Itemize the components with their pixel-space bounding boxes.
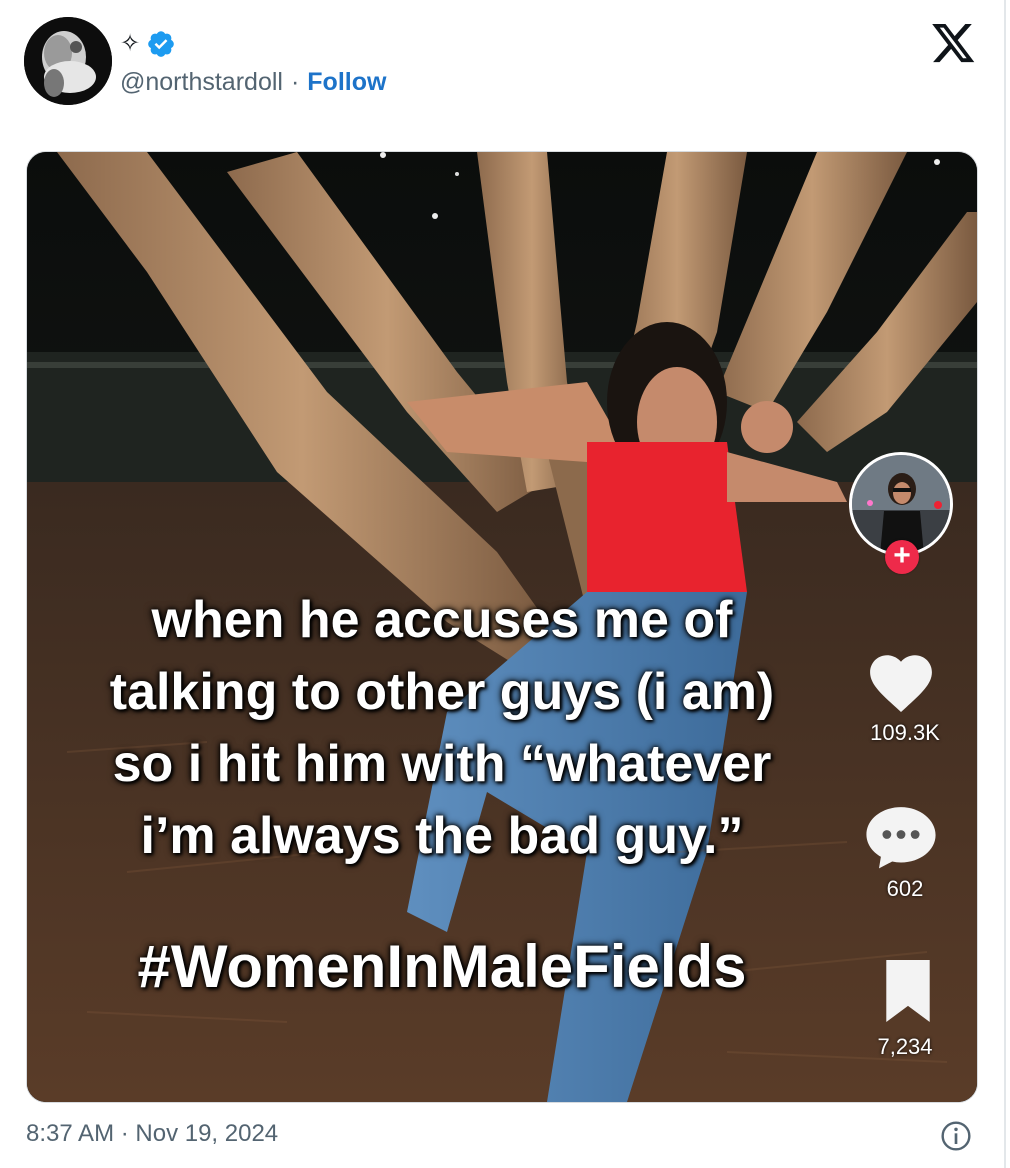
like-heart-icon[interactable] <box>863 646 939 719</box>
like-count: 109.3K <box>870 720 940 745</box>
author-name-row[interactable]: ✧ <box>120 28 176 60</box>
author-handle-row: @northstardoll · Follow <box>120 64 386 100</box>
comment-count: 602 <box>886 876 924 901</box>
bookmark-count: 7,234 <box>877 1034 933 1059</box>
follow-button[interactable]: Follow <box>307 68 386 97</box>
caption-line: talking to other guys (i am) <box>109 663 775 721</box>
caption-line: when he accuses me of <box>151 591 733 649</box>
x-logo-icon[interactable] <box>932 24 976 64</box>
video-hashtag: #WomenInMaleFields <box>137 933 747 1000</box>
tweet-media[interactable]: when he accuses me of talking to other g… <box>26 151 978 1103</box>
author-handle[interactable]: @northstardoll <box>120 68 283 97</box>
video-caption: when he accuses me of talking to other g… <box>27 584 857 872</box>
author-display-name[interactable]: ✧ <box>120 28 140 60</box>
tweet-card: ✧ @northstardoll · Follow when he accuse… <box>0 0 1006 1168</box>
caption-line: i’m always the bad guy.” <box>140 807 744 865</box>
tweet-timestamp[interactable]: 8:37 AM · Nov 19, 2024 <box>26 1120 278 1148</box>
caption-line: so i hit him with “whatever <box>112 735 772 793</box>
info-icon[interactable] <box>940 1120 972 1152</box>
author-avatar[interactable] <box>24 17 112 105</box>
separator-dot: · <box>290 67 300 96</box>
bookmark-icon[interactable] <box>883 960 933 1027</box>
verified-badge-icon <box>146 29 176 59</box>
follow-creator-plus-icon[interactable]: + <box>885 540 919 574</box>
comment-bubble-icon[interactable] <box>863 804 939 875</box>
